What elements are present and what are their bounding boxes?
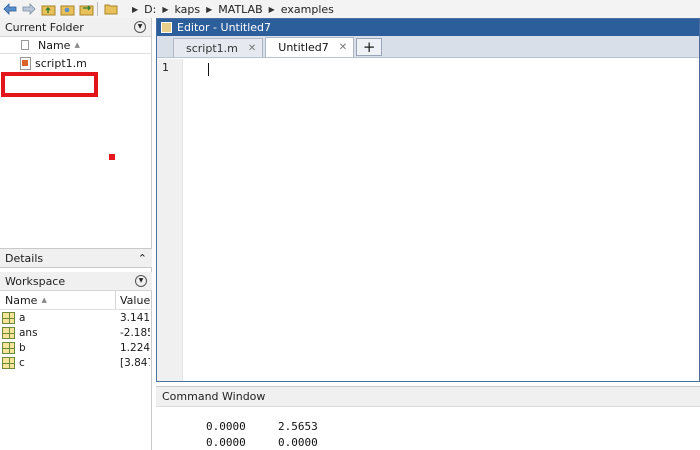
output-value: 0.0000 xyxy=(206,420,246,433)
forward-arrow-icon[interactable] xyxy=(21,1,37,17)
tab-label: script1.m xyxy=(186,41,238,55)
variable-value: 1.2246 xyxy=(120,341,150,354)
breadcrumb-item[interactable]: examples xyxy=(281,3,334,16)
details-panel-header[interactable]: Details ⌃ xyxy=(0,248,152,268)
editor-icon xyxy=(161,22,172,33)
code-text-area[interactable] xyxy=(183,59,699,381)
value-column-header[interactable]: Value xyxy=(116,294,150,307)
tab-script1[interactable]: script1.m ✕ xyxy=(173,38,264,57)
folder-icon xyxy=(103,1,119,17)
command-window-title: Command Window xyxy=(162,390,266,403)
workspace-header: Workspace ▼ xyxy=(0,272,152,291)
variable-value: -2.1850 xyxy=(120,326,150,339)
close-tab-icon[interactable]: ✕ xyxy=(248,43,256,54)
folder-arrow-icon[interactable] xyxy=(78,1,94,17)
editor-title: Editor - Untitled7 xyxy=(177,21,272,34)
workspace-panel: Workspace ▼ Name ▲ Value a 3.1416 ans -2… xyxy=(0,272,152,450)
breadcrumb-item[interactable]: MATLAB xyxy=(218,3,262,16)
panel-options-icon[interactable]: ▼ xyxy=(134,21,146,33)
breadcrumb-arrow-icon: ▶ xyxy=(206,4,213,14)
variable-name: a xyxy=(19,311,26,324)
current-folder-header: Current Folder ▼ xyxy=(0,18,151,37)
editor-title-bar[interactable]: Editor - Untitled7 xyxy=(157,19,699,36)
variable-value: 3.1416 xyxy=(120,311,150,324)
workspace-column-header: Name ▲ Value xyxy=(0,291,152,310)
variable-grid-icon xyxy=(2,326,15,339)
command-window-header[interactable]: Command Window xyxy=(156,387,700,407)
variable-name: ans xyxy=(19,326,38,339)
breadcrumb-item[interactable]: D: xyxy=(144,3,156,16)
text-caret xyxy=(208,63,209,76)
workspace-variable-row[interactable]: b 1.2246 xyxy=(0,340,152,355)
file-type-icon xyxy=(21,40,29,50)
workspace-variable-row[interactable]: ans -2.1850 xyxy=(0,325,152,340)
line-number-gutter: 1 xyxy=(157,59,183,381)
variable-grid-icon xyxy=(2,341,15,354)
output-row: 0.0000 2.5653 xyxy=(206,419,700,435)
name-column-header[interactable]: Name ▲ xyxy=(0,291,116,309)
name-column-header[interactable]: Name ▲ xyxy=(0,37,151,54)
breadcrumb-arrow-icon: ▶ xyxy=(268,4,275,14)
breadcrumb: ▶ D: ▶ kaps ▶ MATLAB ▶ examples xyxy=(126,3,334,16)
breadcrumb-arrow-icon: ▶ xyxy=(162,4,169,14)
up-folder-icon[interactable] xyxy=(40,1,56,17)
name-column-label: Name xyxy=(5,293,38,307)
workspace-variable-row[interactable]: c [3.8473 xyxy=(0,355,152,370)
back-arrow-icon[interactable] xyxy=(2,1,18,17)
panel-options-icon[interactable]: ▼ xyxy=(135,275,147,287)
editor-window: Editor - Untitled7 script1.m ✕ Untitled7… xyxy=(156,18,700,382)
output-value: 2.5653 xyxy=(278,420,318,433)
file-item[interactable]: script1.m xyxy=(0,54,151,72)
highlight-annotation xyxy=(1,72,98,97)
output-value: 0.0000 xyxy=(206,436,246,449)
breadcrumb-arrow-icon: ▶ xyxy=(132,4,139,14)
file-name: script1.m xyxy=(35,56,87,70)
sort-ascending-icon: ▲ xyxy=(41,296,47,304)
name-column-label: Name xyxy=(38,38,71,52)
command-output[interactable]: 0.0000 2.5653 0.0000 0.0000 xyxy=(156,407,700,450)
editor-tab-bar: script1.m ✕ Untitled7 ✕ + xyxy=(157,36,699,58)
address-toolbar: ▶ D: ▶ kaps ▶ MATLAB ▶ examples xyxy=(0,0,700,18)
red-marker xyxy=(109,154,115,160)
details-title: Details xyxy=(5,251,44,265)
variable-grid-icon xyxy=(2,311,15,324)
line-number: 1 xyxy=(162,61,169,74)
variable-name: b xyxy=(19,341,26,354)
tab-label: Untitled7 xyxy=(278,41,329,54)
collapse-chevron-icon[interactable]: ⌃ xyxy=(138,252,147,265)
tab-untitled7[interactable]: Untitled7 ✕ xyxy=(265,37,355,57)
workspace-variable-row[interactable]: a 3.1416 xyxy=(0,310,152,325)
breadcrumb-item[interactable]: kaps xyxy=(175,3,201,16)
command-window: Command Window 0.0000 2.5653 0.0000 0.00… xyxy=(156,386,700,450)
output-value: 0.0000 xyxy=(278,436,318,449)
output-row: 0.0000 0.0000 xyxy=(206,435,700,450)
workspace-title: Workspace xyxy=(5,274,66,288)
new-tab-button[interactable]: + xyxy=(356,38,383,56)
matlab-file-icon xyxy=(20,56,31,70)
close-tab-icon[interactable]: ✕ xyxy=(339,42,347,53)
variable-name: c xyxy=(19,356,25,369)
editor-body: 1 xyxy=(157,59,699,381)
variable-value: [3.8473 xyxy=(120,356,150,369)
variable-grid-icon xyxy=(2,356,15,369)
left-sidebar: Current Folder ▼ Name ▲ script1.m Detail… xyxy=(0,18,152,450)
browse-folder-icon[interactable] xyxy=(59,1,75,17)
sort-ascending-icon: ▲ xyxy=(74,41,80,49)
separator-icon xyxy=(97,2,100,16)
current-folder-title: Current Folder xyxy=(5,20,84,34)
